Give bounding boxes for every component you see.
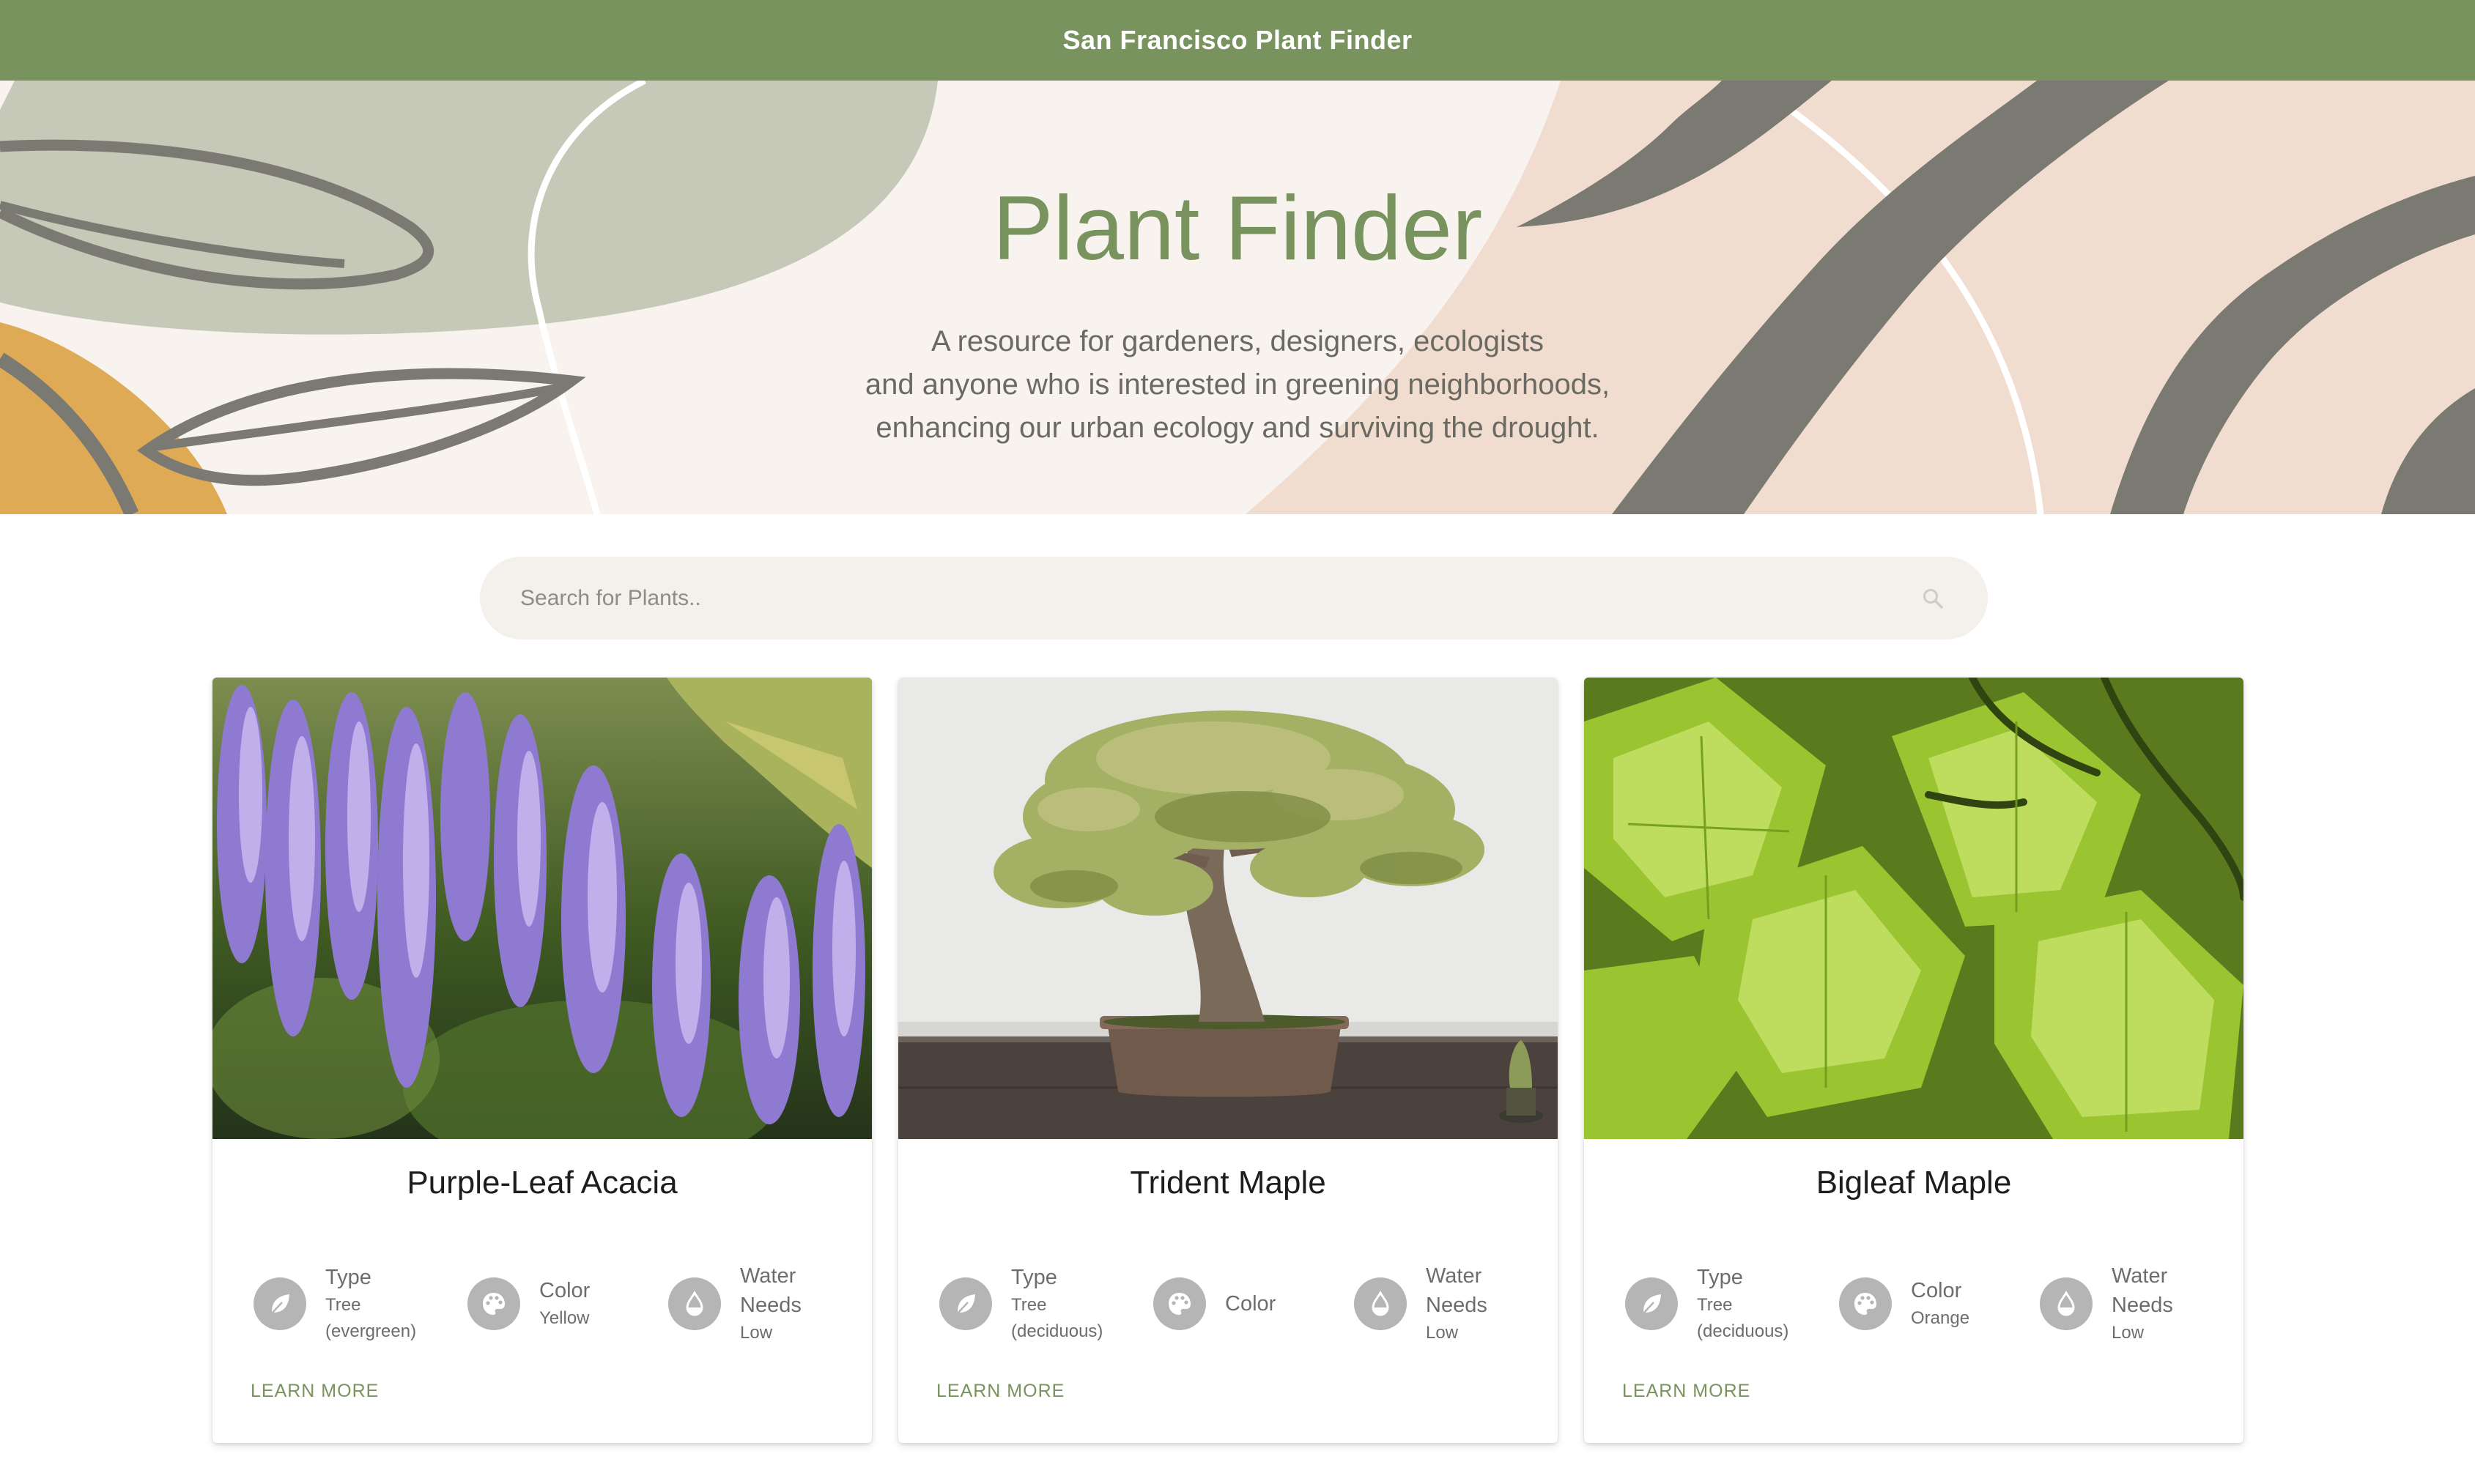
plant-name: Purple-Leaf Acacia — [407, 1165, 678, 1201]
attribute-label: Color — [1225, 1292, 1276, 1316]
attribute-value: Low — [740, 1323, 773, 1343]
attribute-water-needs: Water Needs Low — [1354, 1249, 1544, 1359]
search-icon[interactable] — [1918, 584, 1947, 613]
hero-description: A resource for gardeners, designers, eco… — [0, 320, 2475, 450]
site-title[interactable]: San Francisco Plant Finder — [1062, 25, 1412, 56]
attribute-label: Water Needs — [1426, 1264, 1487, 1317]
attribute-label: Type — [325, 1266, 371, 1289]
plant-name: Trident Maple — [1130, 1165, 1326, 1201]
leaf-icon — [1625, 1277, 1678, 1330]
attribute-value: Low — [2112, 1323, 2145, 1343]
hero-description-line: A resource for gardeners, designers, eco… — [931, 325, 1544, 357]
water-drop-icon — [1354, 1277, 1407, 1330]
attribute-label: Water Needs — [2112, 1264, 2173, 1317]
palette-icon — [467, 1277, 520, 1330]
learn-more-link[interactable]: LEARN MORE — [1622, 1381, 1750, 1402]
leaf-icon — [939, 1277, 992, 1330]
plant-card[interactable]: Trident Maple Type Tree (deciduous) Colo… — [898, 678, 1558, 1443]
attribute-value: Yellow — [539, 1308, 590, 1328]
attribute-label: Color — [1911, 1279, 1962, 1302]
plant-name: Bigleaf Maple — [1816, 1165, 2012, 1201]
hero-title: Plant Finder — [992, 178, 1483, 279]
plant-card[interactable]: Purple-Leaf Acacia Type Tree (evergreen)… — [212, 678, 872, 1443]
learn-more-link[interactable]: LEARN MORE — [936, 1381, 1065, 1402]
attribute-water-needs: Water Needs Low — [668, 1249, 859, 1359]
attribute-label: Type — [1697, 1266, 1743, 1289]
hero-content: Plant Finder A resource for gardeners, d… — [0, 81, 2475, 514]
attribute-label: Water Needs — [740, 1264, 802, 1317]
plant-image-bonsai[interactable] — [898, 678, 1558, 1139]
hero-description-line: and anyone who is interested in greening… — [865, 368, 1610, 401]
palette-icon — [1839, 1277, 1892, 1330]
attribute-value: Tree (deciduous) — [1697, 1295, 1789, 1341]
hero-description-line: enhancing our urban ecology and survivin… — [876, 412, 1599, 444]
plant-card[interactable]: Bigleaf Maple Type Tree (deciduous) Colo… — [1584, 678, 2243, 1443]
plant-image-maple-leaves[interactable] — [1584, 678, 2243, 1139]
attribute-type: Type Tree (evergreen) — [254, 1249, 451, 1359]
water-drop-icon — [668, 1277, 721, 1330]
water-drop-icon — [2040, 1277, 2093, 1330]
top-bar: San Francisco Plant Finder — [0, 0, 2475, 81]
search-bar — [480, 557, 1988, 639]
search-input[interactable] — [480, 557, 1918, 639]
attribute-label: Color — [539, 1279, 591, 1302]
plant-image-wisteria[interactable] — [212, 678, 872, 1139]
attribute-label: Type — [1011, 1266, 1057, 1289]
hero-banner: Plant Finder A resource for gardeners, d… — [0, 81, 2475, 514]
attribute-value: Orange — [1911, 1308, 1970, 1328]
palette-icon — [1153, 1277, 1206, 1330]
attribute-value: Low — [1426, 1323, 1459, 1343]
attribute-type: Type Tree (deciduous) — [939, 1249, 1137, 1359]
attribute-color: Color Orange — [1839, 1249, 2015, 1359]
attribute-value: Tree (deciduous) — [1011, 1295, 1103, 1341]
attribute-type: Type Tree (deciduous) — [1625, 1249, 1823, 1359]
attribute-color: Color Yellow — [467, 1249, 643, 1359]
leaf-icon — [254, 1277, 306, 1330]
attribute-water-needs: Water Needs Low — [2040, 1249, 2230, 1359]
attribute-color: Color — [1153, 1249, 1329, 1359]
learn-more-link[interactable]: LEARN MORE — [251, 1381, 379, 1402]
attribute-value: Tree (evergreen) — [325, 1295, 417, 1341]
